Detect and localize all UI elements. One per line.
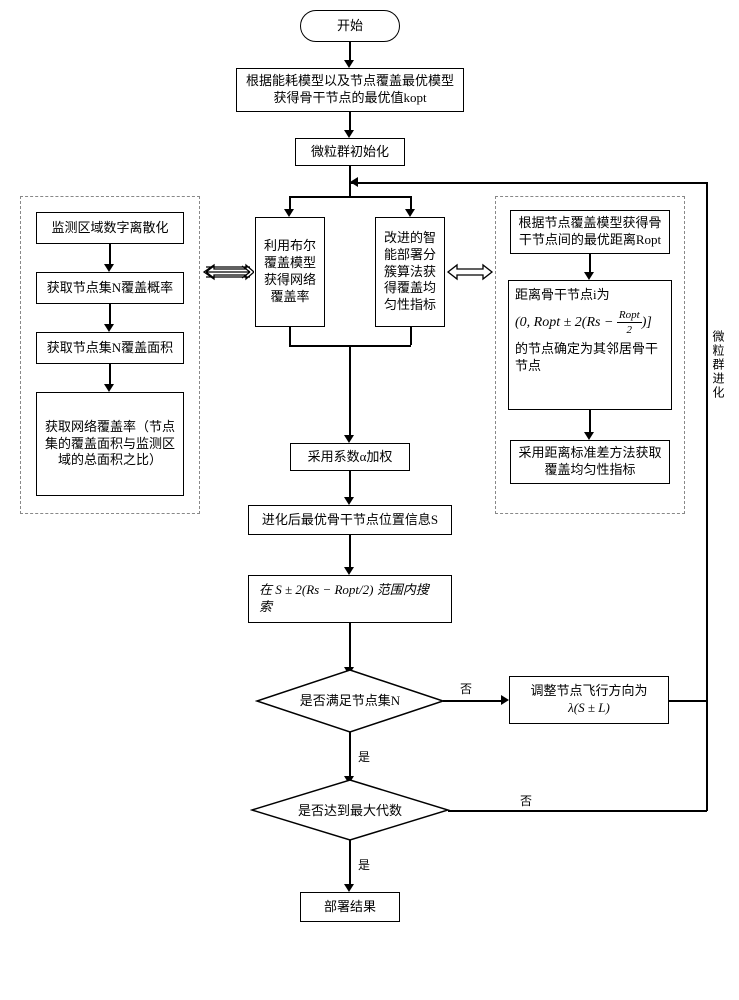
- arrow: [344, 497, 354, 505]
- left-d-text: 获取网络覆盖率（节点集的覆盖面积与监测区域的总面积之比）: [43, 419, 177, 470]
- connector: [349, 840, 351, 886]
- connector: [443, 700, 503, 702]
- step-evolved-s: 进化后最优骨干节点位置信息S: [248, 505, 452, 535]
- arrow: [350, 177, 358, 187]
- right-c-text: 采用距离标准差方法获取覆盖均匀性指标: [517, 445, 663, 479]
- yes-label-2: 是: [358, 856, 370, 873]
- right-step-stddev: 采用距离标准差方法获取覆盖均匀性指标: [510, 440, 670, 484]
- no-label: 否: [460, 680, 472, 697]
- arrow: [584, 432, 594, 440]
- connector: [589, 254, 591, 274]
- connector: [349, 471, 351, 499]
- arrow: [344, 884, 354, 892]
- double-arrow-icon: [446, 260, 494, 284]
- evolution-side-label: 微粒群进化: [710, 330, 727, 400]
- formula-den: 2: [617, 323, 642, 337]
- left-step-prob: 获取节点集N覆盖概率: [36, 272, 184, 304]
- arrow: [344, 130, 354, 138]
- connector: [349, 623, 351, 669]
- right-step-ropt: 根据节点覆盖模型获得骨干节点间的最优距离Ropt: [510, 210, 670, 254]
- connector: [669, 700, 707, 702]
- step-init-text: 微粒群初始化: [311, 144, 389, 161]
- left-step-coverage-rate: 获取网络覆盖率（节点集的覆盖面积与监测区域的总面积之比）: [36, 392, 184, 496]
- arrow: [501, 695, 509, 705]
- step-adjust-fly: 调整节点飞行方向为λ(S ± L): [509, 676, 669, 724]
- alpha-text: 采用系数α加权: [308, 449, 393, 466]
- step-improved-cluster: 改进的智能部署分簇算法获得覆盖均匀性指标: [375, 217, 445, 327]
- connector: [706, 182, 708, 701]
- connector: [350, 182, 707, 184]
- arrow: [344, 435, 354, 443]
- decision-maxgen: 是否达到最大代数: [285, 800, 415, 819]
- adjust-fly-text: 调整节点飞行方向为λ(S ± L): [530, 683, 647, 717]
- connector: [349, 535, 351, 569]
- result-text: 部署结果: [324, 899, 376, 916]
- connector: [349, 42, 351, 62]
- arrow: [284, 209, 294, 217]
- connector: [589, 410, 591, 434]
- connector: [109, 244, 111, 266]
- connector: [109, 364, 111, 386]
- step-kopt-text: 根据能耗模型以及节点覆盖最优模型获得骨干节点的最优值kopt: [243, 73, 457, 107]
- connector: [289, 196, 411, 198]
- improved-cluster-text: 改进的智能部署分簇算法获得覆盖均匀性指标: [382, 230, 438, 314]
- connector: [349, 112, 351, 132]
- no-label-2: 否: [520, 792, 532, 809]
- result-box: 部署结果: [300, 892, 400, 922]
- arrow: [104, 264, 114, 272]
- double-arrow-icon: [202, 260, 254, 284]
- step-kopt: 根据能耗模型以及节点覆盖最优模型获得骨干节点的最优值kopt: [236, 68, 464, 112]
- start-label: 开始: [337, 18, 363, 35]
- left-step-discretize: 监测区域数字离散化: [36, 212, 184, 244]
- left-b-text: 获取节点集N覆盖概率: [47, 280, 173, 297]
- connector: [349, 732, 351, 778]
- connector: [448, 810, 707, 812]
- formula-lead: (0, Ropt ± 2(Rs −: [515, 315, 617, 330]
- right-step-neighbor: 距离骨干节点i为 (0, Ropt ± 2(Rs − Ropt2)] 的节点确定…: [508, 280, 672, 410]
- arrow: [104, 384, 114, 392]
- arrow: [405, 209, 415, 217]
- arrow: [344, 567, 354, 575]
- right-b-prefix: 距离骨干节点i为: [515, 287, 665, 304]
- formula-tail: )]: [642, 315, 652, 330]
- right-a-text: 根据节点覆盖模型获得骨干节点间的最优距离Ropt: [517, 215, 663, 249]
- connector: [289, 327, 291, 345]
- start-terminator: 开始: [300, 10, 400, 42]
- yes-label-1: 是: [358, 748, 370, 765]
- right-b-formula: (0, Ropt ± 2(Rs − Ropt2)]: [515, 308, 665, 338]
- boolean-cov-text: 利用布尔覆盖模型获得网络覆盖率: [262, 238, 318, 306]
- left-c-text: 获取节点集N覆盖面积: [47, 340, 173, 357]
- step-alpha-weight: 采用系数α加权: [290, 443, 410, 471]
- step-search-range: 在 S ± 2(Rs − Ropt/2) 范围内搜索: [248, 575, 452, 623]
- step-boolean-coverage: 利用布尔覆盖模型获得网络覆盖率: [255, 217, 325, 327]
- arrow: [584, 272, 594, 280]
- evolved-s-text: 进化后最优骨干节点位置信息S: [262, 512, 438, 529]
- decision-maxgen-text: 是否达到最大代数: [298, 803, 402, 818]
- connector: [349, 345, 351, 437]
- left-step-area: 获取节点集N覆盖面积: [36, 332, 184, 364]
- connector: [706, 700, 708, 811]
- right-b-suffix: 的节点确定为其邻居骨干节点: [515, 341, 665, 375]
- step-init: 微粒群初始化: [295, 138, 405, 166]
- connector: [109, 304, 111, 326]
- arrow: [104, 324, 114, 332]
- search-range-text: 在 S ± 2(Rs − Ropt/2) 范围内搜索: [259, 582, 441, 616]
- connector: [410, 327, 412, 345]
- decision-n: 是否满足节点集N: [285, 690, 415, 709]
- arrow: [344, 60, 354, 68]
- left-a-text: 监测区域数字离散化: [51, 220, 168, 237]
- decision-n-text: 是否满足节点集N: [300, 693, 400, 708]
- formula-num: Ropt: [617, 308, 642, 323]
